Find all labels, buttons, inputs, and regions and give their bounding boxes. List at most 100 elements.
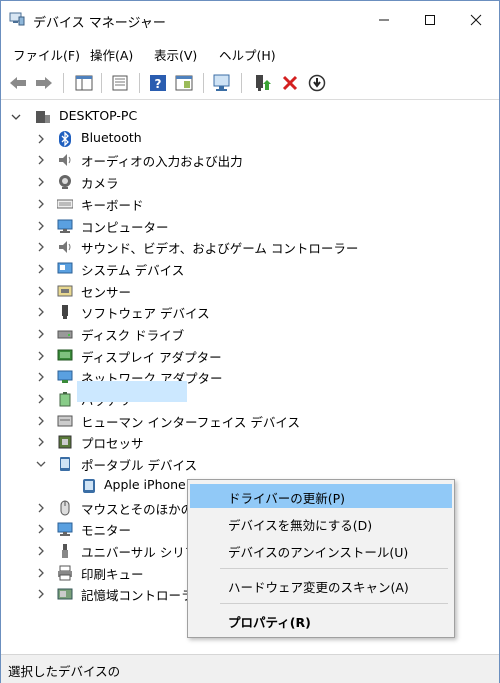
context-menu-update-driver[interactable]: ドライバーの更新(P) <box>190 484 452 508</box>
chevron-right-icon[interactable] <box>35 280 47 301</box>
view-button[interactable] <box>173 73 195 93</box>
tree-category-item[interactable]: センサー <box>1 280 499 301</box>
tree-category-item[interactable]: プロセッサ <box>1 431 499 452</box>
tree-item-label: コンピューター <box>81 220 169 235</box>
chevron-right-icon[interactable] <box>35 236 47 257</box>
context-menu-scan-hardware[interactable]: ハードウェア変更のスキャン(A) <box>190 573 452 597</box>
close-icon <box>470 14 482 26</box>
battery-icon <box>59 392 71 407</box>
chevron-right-icon[interactable] <box>35 410 47 431</box>
tree-category-item[interactable]: ヒューマン インターフェイス デバイス <box>1 410 499 431</box>
chevron-right-icon[interactable] <box>35 366 47 387</box>
toolbar-separator <box>139 73 140 93</box>
chevron-right-icon[interactable] <box>35 215 47 236</box>
status-bar: 選択したデバイスの <box>1 654 499 683</box>
tree-item-label: Apple iPhone <box>104 477 186 492</box>
tree-item-label: システム デバイス <box>81 263 185 278</box>
tree-category-item[interactable]: ディスプレイ アダプター <box>1 345 499 366</box>
display-adapter-icon <box>57 349 73 361</box>
chevron-right-icon[interactable] <box>35 301 47 322</box>
tree-item-label: サウンド、ビデオ、およびゲーム コントローラー <box>81 241 359 256</box>
menu-help[interactable]: ヘルプ(H) <box>219 45 276 64</box>
storage-controller-icon <box>57 588 73 600</box>
keyboard-icon <box>57 199 73 209</box>
scan-hardware-button[interactable] <box>211 73 233 93</box>
context-menu-label: プロパティ(R) <box>228 615 311 630</box>
context-menu-label: ドライバーの更新(P) <box>228 491 346 506</box>
device-manager-window: デバイス マネージャー ファイル(F) 操作(A) 表示(V) ヘルプ(H) ?… <box>0 0 500 683</box>
tree-category-item[interactable]: ネットワーク アダプター <box>1 366 499 387</box>
chevron-right-icon[interactable] <box>35 562 47 583</box>
disable-icon <box>308 74 326 92</box>
toolbar: ? <box>1 67 499 100</box>
menu-file[interactable]: ファイル(F) <box>13 45 80 64</box>
chevron-right-icon[interactable] <box>35 431 47 452</box>
chevron-right-icon[interactable] <box>35 518 47 539</box>
camera-icon <box>59 175 71 189</box>
uninstall-icon <box>282 75 298 91</box>
tree-item-label: 印刷キュー <box>81 567 144 582</box>
menu-action[interactable]: 操作(A) <box>90 45 133 64</box>
scan-hardware-icon <box>213 74 230 91</box>
tree-category-item[interactable]: ディスク ドライブ <box>1 323 499 344</box>
chevron-right-icon[interactable] <box>35 193 47 214</box>
maximize-icon <box>425 15 435 25</box>
maximize-button[interactable] <box>407 1 453 39</box>
chevron-right-icon[interactable] <box>35 149 47 170</box>
tree-category-item[interactable]: コンピューター <box>1 215 499 236</box>
tree-category-item[interactable]: システム デバイス <box>1 258 499 279</box>
help-button[interactable]: ? <box>147 73 169 93</box>
disable-device-button[interactable] <box>306 73 328 93</box>
tree-root-label: DESKTOP-PC <box>59 108 138 123</box>
iphone-icon <box>83 479 95 493</box>
tree-item-label: プロセッサ <box>81 436 144 451</box>
tree-item-label: ヒューマン インターフェイス デバイス <box>81 415 300 430</box>
processor-icon <box>58 435 72 449</box>
tree-category-item[interactable]: サウンド、ビデオ、およびゲーム コントローラー <box>1 236 499 257</box>
tree-category-item[interactable]: ソフトウェア デバイス <box>1 301 499 322</box>
close-button[interactable] <box>453 1 499 39</box>
tree-category-item[interactable]: キーボード <box>1 193 499 214</box>
bluetooth-icon <box>59 131 71 147</box>
usb-icon <box>62 544 68 558</box>
tree-category-item[interactable]: バッテリ <box>1 388 499 409</box>
uninstall-device-button[interactable] <box>279 73 301 93</box>
chevron-down-icon[interactable] <box>10 106 22 127</box>
chevron-down-icon[interactable] <box>35 453 47 474</box>
forward-button[interactable] <box>33 73 55 93</box>
back-button[interactable] <box>7 73 29 93</box>
tree-category-item[interactable]: ポータブル デバイス <box>1 453 499 474</box>
mouse-icon <box>60 500 70 516</box>
tree-item-label: ディスク ドライブ <box>81 328 185 343</box>
tree-root-desktop-pc[interactable]: DESKTOP-PC <box>1 106 499 127</box>
minimize-button[interactable] <box>361 1 407 39</box>
menu-view[interactable]: 表示(V) <box>154 45 197 64</box>
tree-category-item[interactable]: カメラ <box>1 171 499 192</box>
context-menu-disable-device[interactable]: デバイスを無効にする(D) <box>190 511 452 535</box>
help-icon: ? <box>150 75 166 91</box>
chevron-right-icon[interactable] <box>35 540 47 561</box>
chevron-right-icon[interactable] <box>35 171 47 192</box>
context-menu-uninstall-device[interactable]: デバイスのアンインストール(U) <box>190 538 452 562</box>
tree-category-item[interactable]: Bluetooth <box>1 128 499 149</box>
update-driver-button[interactable] <box>251 73 273 93</box>
tree-item-label: キーボード <box>81 198 144 213</box>
chevron-right-icon[interactable] <box>35 497 47 518</box>
menu-bar: ファイル(F) 操作(A) 表示(V) ヘルプ(H) <box>1 39 499 67</box>
properties-button[interactable] <box>109 73 131 93</box>
chevron-right-icon[interactable] <box>35 388 47 409</box>
title-bar: デバイス マネージャー <box>1 1 499 39</box>
tree-item-label: ソフトウェア デバイス <box>81 306 210 321</box>
device-properties-icon <box>112 75 128 91</box>
tree-item-label: オーディオの入力および出力 <box>81 154 243 169</box>
chevron-right-icon[interactable] <box>35 583 47 604</box>
chevron-right-icon[interactable] <box>35 128 47 149</box>
show-hide-console-tree-button[interactable] <box>73 73 95 93</box>
chevron-right-icon[interactable] <box>35 258 47 279</box>
context-menu-label: デバイスのアンインストール(U) <box>228 545 409 560</box>
chevron-right-icon[interactable] <box>35 345 47 366</box>
tree-category-item[interactable]: オーディオの入力および出力 <box>1 149 499 170</box>
context-menu-properties[interactable]: プロパティ(R) <box>190 608 452 632</box>
chevron-right-icon[interactable] <box>35 323 47 344</box>
window-title: デバイス マネージャー <box>33 16 166 31</box>
